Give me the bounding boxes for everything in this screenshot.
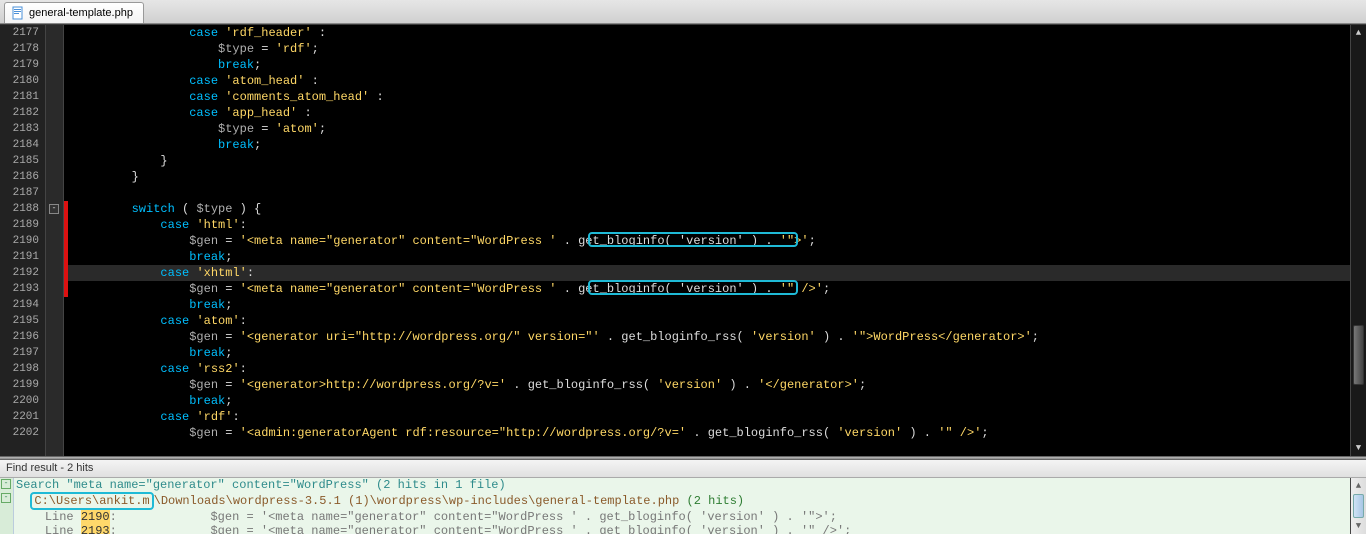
search-summary: Search "meta name="generator" content="W… (16, 478, 1350, 492)
line-number: 2202 (0, 425, 39, 441)
line-number: 2192 (0, 265, 39, 281)
fold-collapse-icon[interactable]: - (1, 479, 11, 489)
results-scrollbar[interactable]: ▲ ▼ (1350, 478, 1366, 534)
code-editor[interactable]: case 'rdf_header' : $type = 'rdf'; break… (68, 25, 1350, 456)
code-line[interactable]: switch ( $type ) { (68, 201, 1350, 217)
code-line[interactable]: case 'html': (68, 217, 1350, 233)
line-number: 2179 (0, 57, 39, 73)
line-number: 2201 (0, 409, 39, 425)
code-line[interactable]: case 'atom_head' : (68, 73, 1350, 89)
line-number: 2198 (0, 361, 39, 377)
line-number: 2191 (0, 249, 39, 265)
file-result-header[interactable]: C:\Users\ankit.m\Downloads\wordpress-3.5… (16, 492, 1350, 510)
code-line[interactable]: case 'atom': (68, 313, 1350, 329)
results-fold-margin[interactable]: - - (0, 478, 14, 534)
line-number: 2184 (0, 137, 39, 153)
file-tab[interactable]: general-template.php (4, 2, 144, 23)
line-number: 2185 (0, 153, 39, 169)
fold-margin[interactable]: - (46, 25, 64, 456)
line-number: 2196 (0, 329, 39, 345)
scroll-up-icon[interactable]: ▲ (1351, 25, 1366, 41)
editor-scrollbar[interactable]: ▲ ▼ (1350, 25, 1366, 456)
line-number: 2193 (0, 281, 39, 297)
code-line[interactable]: $gen = '<meta name="generator" content="… (68, 281, 1350, 297)
line-number: 2188 (0, 201, 39, 217)
file-icon (11, 6, 25, 20)
code-line[interactable]: break; (68, 137, 1350, 153)
code-line[interactable]: case 'xhtml': (68, 265, 1350, 281)
code-line[interactable]: break; (68, 297, 1350, 313)
line-number: 2194 (0, 297, 39, 313)
code-line[interactable] (68, 185, 1350, 201)
find-results-panel[interactable]: - - Search "meta name="generator" conten… (0, 478, 1350, 534)
scroll-up-icon[interactable]: ▲ (1351, 478, 1366, 494)
line-number: 2177 (0, 25, 39, 41)
code-line[interactable]: } (68, 169, 1350, 185)
scroll-down-icon[interactable]: ▼ (1351, 518, 1366, 534)
code-line[interactable]: $gen = '<generator uri="http://wordpress… (68, 329, 1350, 345)
file-tab-label: general-template.php (29, 7, 133, 19)
line-number: 2199 (0, 377, 39, 393)
code-line[interactable]: $type = 'rdf'; (68, 41, 1350, 57)
code-line[interactable]: case 'rdf': (68, 409, 1350, 425)
result-line-number: 2193 (81, 524, 110, 534)
line-number: 2182 (0, 105, 39, 121)
line-number: 2183 (0, 121, 39, 137)
code-line[interactable]: break; (68, 345, 1350, 361)
file-path-highlight: C:\Users\ankit.m (30, 492, 153, 510)
code-line[interactable]: $gen = '<generator>http://wordpress.org/… (68, 377, 1350, 393)
line-number: 2181 (0, 89, 39, 105)
line-number: 2200 (0, 393, 39, 409)
line-number: 2178 (0, 41, 39, 57)
code-line[interactable]: break; (68, 393, 1350, 409)
find-result-header: Find result - 2 hits (0, 460, 1366, 478)
line-number: 2195 (0, 313, 39, 329)
line-number-gutter: 2177217821792180218121822183218421852186… (0, 25, 46, 456)
result-line[interactable]: Line 2193: $gen = '<meta name="generator… (16, 524, 1350, 534)
code-line[interactable]: $type = 'atom'; (68, 121, 1350, 137)
code-line[interactable]: case 'rdf_header' : (68, 25, 1350, 41)
fold-collapse-icon[interactable]: - (1, 493, 11, 503)
code-line[interactable]: break; (68, 57, 1350, 73)
line-number: 2180 (0, 73, 39, 89)
code-line[interactable]: break; (68, 249, 1350, 265)
find-result-label: Find result - 2 hits (6, 462, 93, 474)
code-line[interactable]: case 'comments_atom_head' : (68, 89, 1350, 105)
code-line[interactable]: } (68, 153, 1350, 169)
scroll-thumb[interactable] (1353, 325, 1364, 385)
code-line[interactable]: $gen = '<meta name="generator" content="… (68, 233, 1350, 249)
line-number: 2187 (0, 185, 39, 201)
line-number: 2197 (0, 345, 39, 361)
code-line[interactable]: $gen = '<admin:generatorAgent rdf:resour… (68, 425, 1350, 441)
scroll-down-icon[interactable]: ▼ (1351, 440, 1366, 456)
line-number: 2190 (0, 233, 39, 249)
editor-pane: 2177217821792180218121822183218421852186… (0, 24, 1366, 456)
result-line-number: 2190 (81, 510, 110, 524)
code-line[interactable]: case 'app_head' : (68, 105, 1350, 121)
line-number: 2189 (0, 217, 39, 233)
result-line[interactable]: Line 2190: $gen = '<meta name="generator… (16, 510, 1350, 524)
line-number: 2186 (0, 169, 39, 185)
fold-toggle-icon[interactable]: - (49, 204, 59, 214)
scroll-thumb[interactable] (1353, 494, 1364, 518)
tab-bar: general-template.php (0, 0, 1366, 24)
code-line[interactable]: case 'rss2': (68, 361, 1350, 377)
